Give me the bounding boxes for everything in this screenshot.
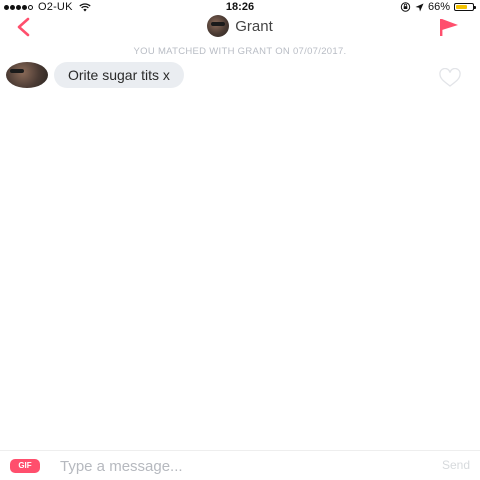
gif-button[interactable]: GIF <box>10 459 40 473</box>
send-button[interactable]: Send <box>442 458 470 472</box>
orientation-lock-icon <box>400 2 411 12</box>
location-arrow-icon <box>415 3 424 11</box>
avatar <box>6 62 48 88</box>
avatar <box>207 15 230 37</box>
match-name: Grant <box>235 17 273 35</box>
message-avatar[interactable] <box>6 62 48 88</box>
nav-bar: Grant <box>0 14 480 40</box>
battery-percent: 66% <box>427 1 450 13</box>
battery-level-fill <box>456 5 467 9</box>
status-right: 66% <box>400 1 476 13</box>
heart-icon[interactable] <box>438 68 462 88</box>
compose-bar: GIF Send <box>0 450 480 480</box>
match-header[interactable]: Grant <box>0 15 480 37</box>
flag-icon[interactable] <box>438 16 460 38</box>
matched-notice: YOU MATCHED WITH GRANT ON 07/07/2017. <box>133 46 347 57</box>
chat-screen: O2-UK 18:26 66% Grant YOU MATCHED WITH G… <box>0 0 480 480</box>
battery-icon <box>454 3 476 11</box>
status-bar: O2-UK 18:26 66% <box>0 0 480 14</box>
message-input[interactable] <box>60 455 400 477</box>
message-bubble[interactable]: Orite sugar tits x <box>54 62 184 88</box>
message-row: Orite sugar tits x <box>6 62 474 92</box>
